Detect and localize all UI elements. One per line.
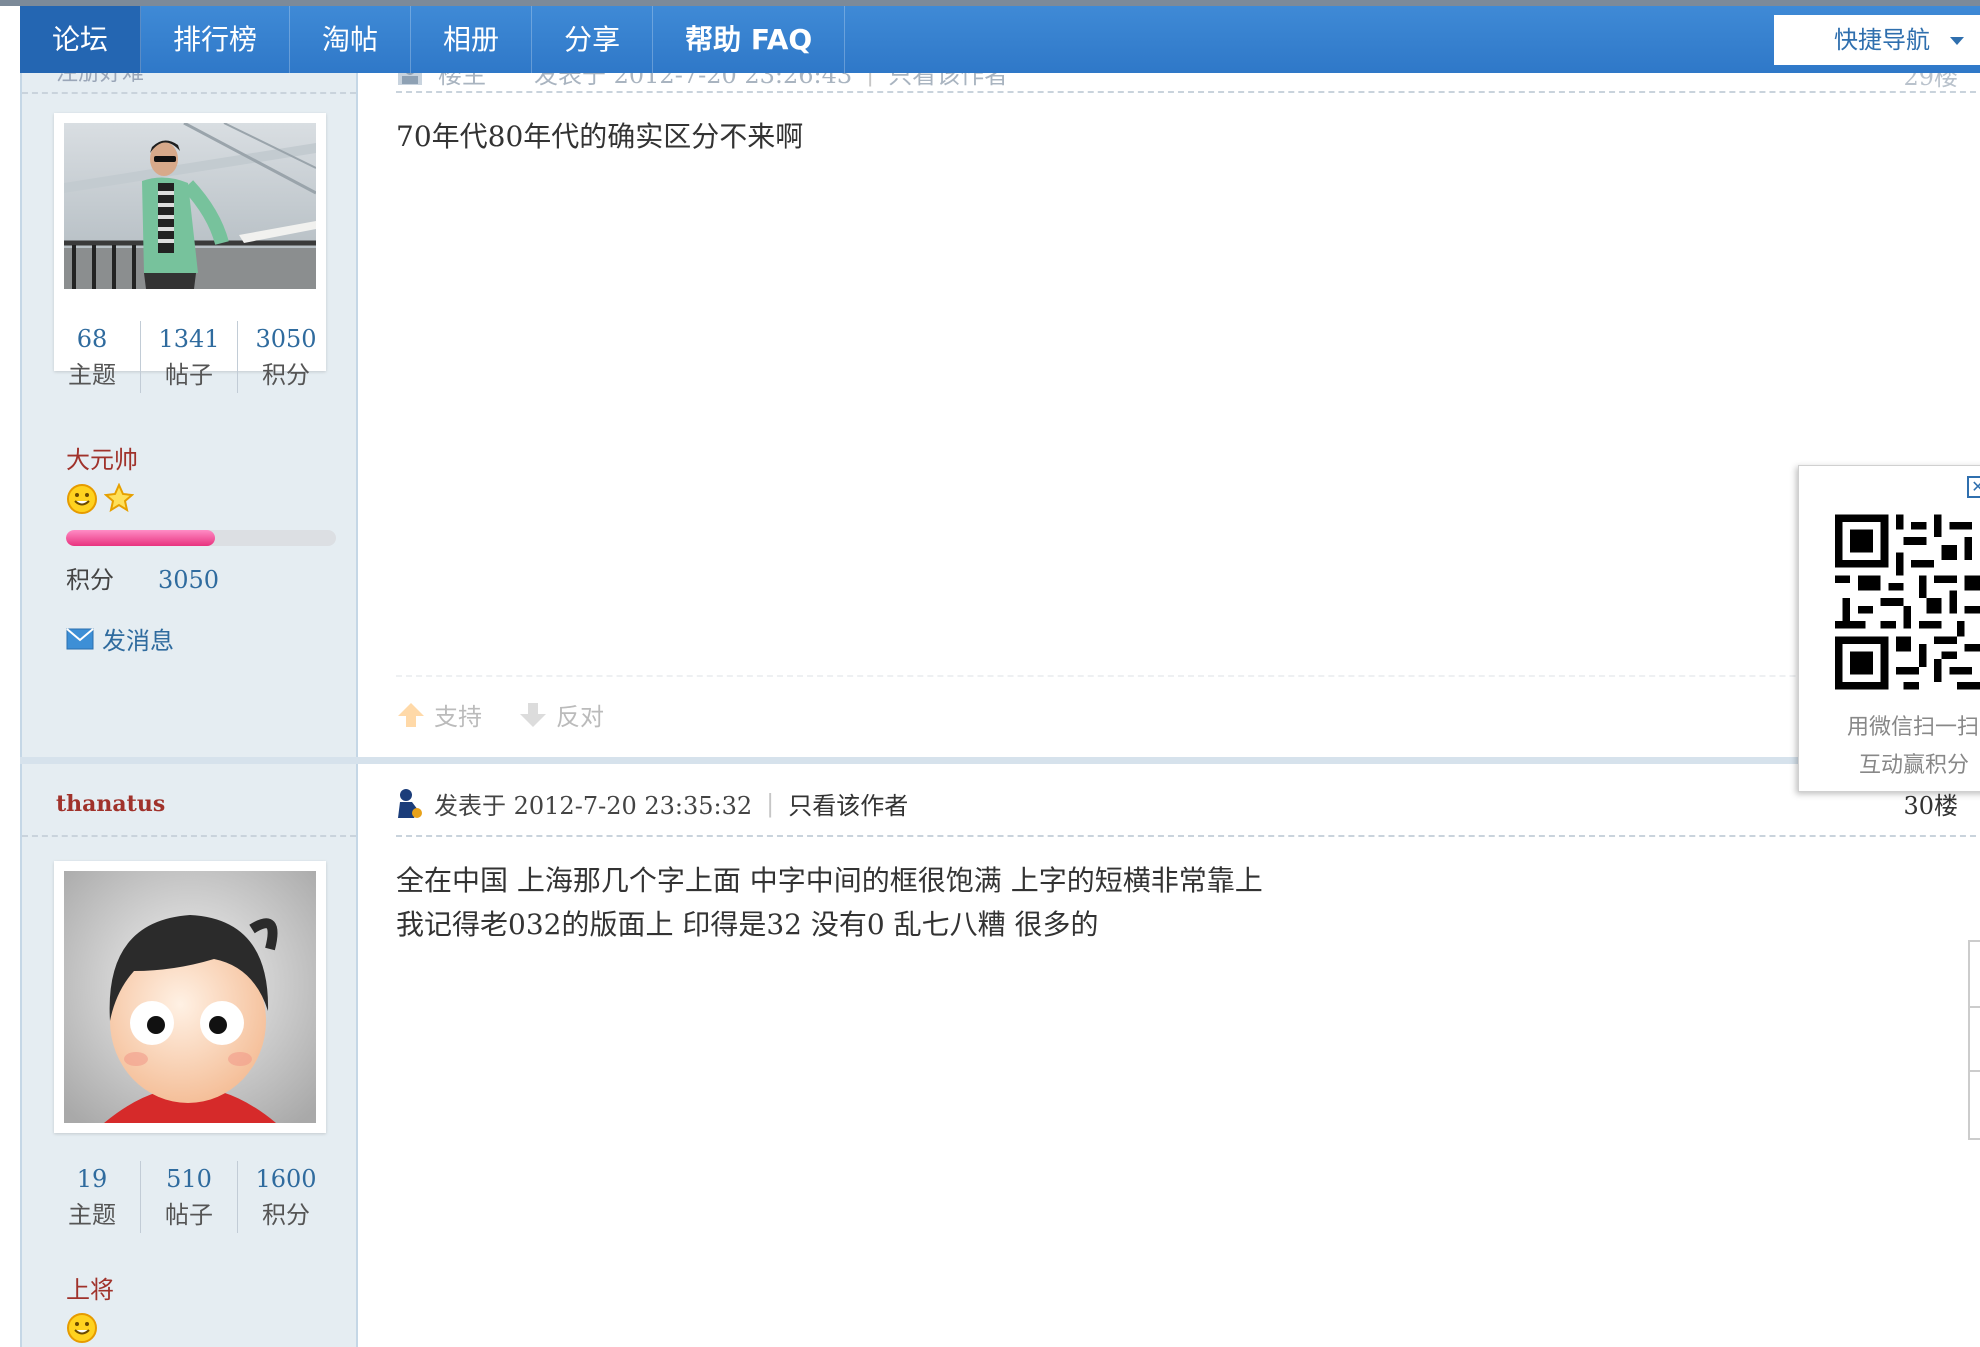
avatar[interactable] <box>54 861 326 1133</box>
stat-number: 510 <box>166 1165 212 1193</box>
stat-topics[interactable]: 19 主题 <box>44 1161 141 1233</box>
envelope-icon <box>66 627 94 649</box>
user-rank[interactable]: 大元帅 <box>66 440 138 475</box>
nav-forum[interactable]: 论坛 <box>20 6 142 73</box>
stat-points[interactable]: 1600 积分 <box>238 1161 334 1233</box>
points-label: 积分 <box>66 566 114 594</box>
qr-caption-2: 互动赢积分 <box>1859 753 1970 778</box>
author-name[interactable]: thanatus <box>56 791 165 817</box>
post-body: 全在中国 上海那几个字上面 中字中间的框很饱满 上字的短横非常靠上 我记得老03… <box>396 859 1263 947</box>
medals <box>66 1312 98 1344</box>
divider <box>1970 1070 1980 1072</box>
progress-fill <box>66 530 215 546</box>
stat-number: 68 <box>76 325 108 353</box>
nav-ranking[interactable]: 排行榜 <box>141 6 291 73</box>
divider <box>396 835 1980 837</box>
post-body: 70年代80年代的确实区分不来啊 <box>396 115 803 159</box>
side-toolbar[interactable] <box>1968 940 1980 1140</box>
post-meta: 发表于 2012-7-20 23:35:32 | 只看该作者 <box>396 786 908 821</box>
smiley-icon <box>67 484 97 514</box>
stat-posts[interactable]: 1341 帖子 <box>141 321 238 393</box>
chevron-down-icon <box>1950 37 1964 45</box>
quick-nav-label: 快捷导航 <box>1834 26 1930 54</box>
qr-caption-1: 用微信扫一扫 <box>1847 715 1980 740</box>
nav-album[interactable]: 相册 <box>411 6 533 73</box>
stat-label: 帖子 <box>165 361 213 389</box>
send-message-label: 发消息 <box>102 627 174 655</box>
post-29: 注册好难 68 主题 1341 帖子 3050 积分 大元帅 积分 3050 发… <box>20 55 1980 757</box>
author-column: thanatus 19 主题 510 帖子 1600 积分 上将 <box>20 764 358 1347</box>
stat-label: 积分 <box>262 1201 310 1229</box>
user-rank[interactable]: 上将 <box>66 1270 114 1305</box>
star-icon <box>104 483 134 513</box>
stat-points[interactable]: 3050 积分 <box>238 321 334 393</box>
nav-collections[interactable]: 淘帖 <box>290 6 412 73</box>
post-content: 楼主 发表于 2012-7-20 23:26:43 | 只看该作者 29楼 70… <box>358 55 1980 757</box>
author-column: 注册好难 68 主题 1341 帖子 3050 积分 大元帅 积分 3050 发… <box>20 55 358 757</box>
divider <box>22 92 356 94</box>
oppose-button[interactable]: 反对 <box>556 697 604 732</box>
stat-number: 1341 <box>158 325 220 353</box>
medals <box>66 483 134 515</box>
nav-help-faq[interactable]: 帮助 FAQ <box>653 6 846 73</box>
post-30: thanatus 19 主题 510 帖子 1600 积分 上将 发表于 201… <box>20 764 1980 1347</box>
vote-bar: 支持 反对 <box>396 697 632 732</box>
post-line: 全在中国 上海那几个字上面 中字中间的框很饱满 上字的短横非常靠上 <box>396 864 1263 897</box>
close-icon[interactable]: ✕ <box>1967 476 1980 498</box>
author-stats: 19 主题 510 帖子 1600 积分 <box>44 1161 334 1233</box>
divider <box>22 835 356 837</box>
thumbs-up-icon[interactable] <box>396 701 426 729</box>
stat-label: 帖子 <box>165 1201 213 1229</box>
level-progress-bar <box>66 530 336 546</box>
stat-number: 19 <box>76 1165 108 1193</box>
author-stats: 68 主题 1341 帖子 3050 积分 <box>44 321 334 393</box>
user-icon <box>398 788 422 818</box>
thumbs-down-icon[interactable] <box>518 701 548 729</box>
stat-topics[interactable]: 68 主题 <box>44 321 141 393</box>
smiley-icon <box>67 1313 97 1343</box>
only-author-link[interactable]: 只看该作者 <box>788 786 908 821</box>
stat-label: 主题 <box>68 1201 116 1229</box>
nav-share[interactable]: 分享 <box>532 6 654 73</box>
post-time: 发表于 2012-7-20 23:35:32 <box>434 792 753 820</box>
separator: | <box>766 789 775 818</box>
support-button[interactable]: 支持 <box>434 697 482 732</box>
send-message-link[interactable]: 发消息 <box>66 621 174 656</box>
wechat-qr-popup: ✕ 用微信扫一扫 互动赢积分 <box>1798 465 1980 792</box>
post-line: 我记得老032的版面上 印得是32 没有0 乱七八糟 很多的 <box>396 908 1099 941</box>
stat-posts[interactable]: 510 帖子 <box>141 1161 238 1233</box>
stat-label: 积分 <box>262 361 310 389</box>
main-nav: 论坛 排行榜 淘帖 相册 分享 帮助 FAQ 快捷导航 <box>20 6 1980 73</box>
stat-number: 1600 <box>255 1165 317 1193</box>
divider <box>396 675 1980 677</box>
divider <box>396 91 1980 93</box>
post-separator <box>20 757 1980 764</box>
divider <box>1970 1006 1980 1008</box>
points-row: 积分 3050 <box>66 560 219 595</box>
post-content: 发表于 2012-7-20 23:35:32 | 只看该作者 30楼 全在中国 … <box>358 764 1980 1347</box>
qr-code <box>1835 514 1980 690</box>
quick-nav-button[interactable]: 快捷导航 <box>1774 15 1980 65</box>
stat-number: 3050 <box>255 325 317 353</box>
post-line: 70年代80年代的确实区分不来啊 <box>396 120 804 153</box>
points-value: 3050 <box>158 566 220 594</box>
stat-label: 主题 <box>68 361 116 389</box>
